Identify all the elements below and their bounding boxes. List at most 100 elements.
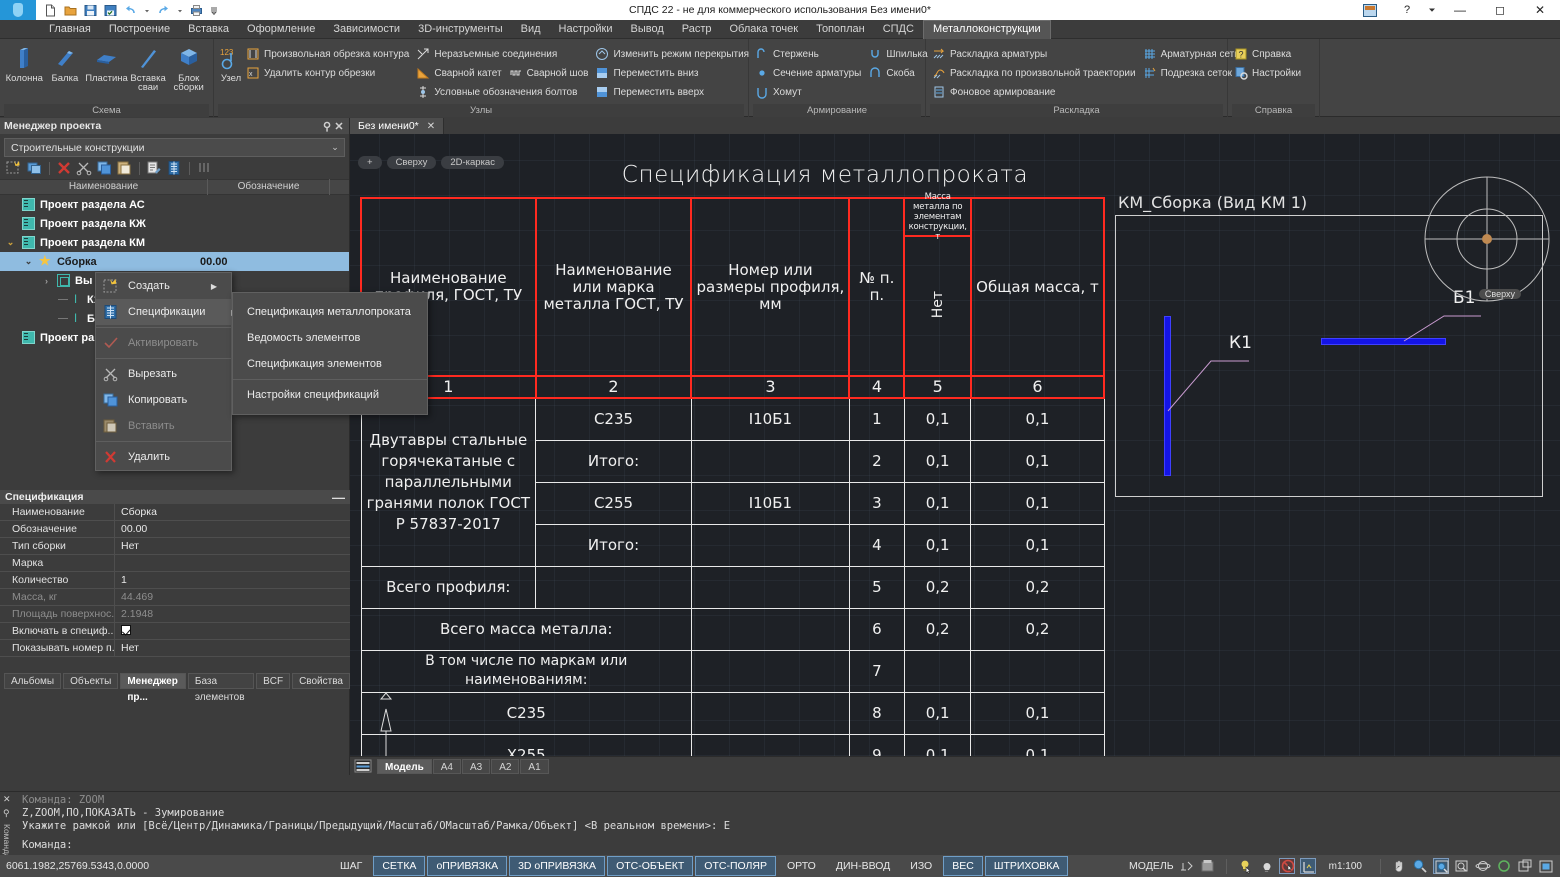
tab-properties[interactable]: Свойства	[292, 673, 350, 689]
ribbon-tab-nastroyki[interactable]: Настройки	[550, 20, 622, 39]
settings-button[interactable]: Настройки	[1232, 64, 1306, 82]
minimize-icon[interactable]: —	[332, 493, 345, 502]
lightbulb-icon[interactable]	[1258, 858, 1274, 874]
status-bar[interactable]: 6061.1982,25769.5343,0.0000 ШАГ СЕТКА оП…	[0, 855, 1560, 877]
ribbon-tab-glavnaya[interactable]: Главная	[40, 20, 100, 39]
status-bar-right[interactable]: МОДЕЛЬ m1:100	[1129, 858, 1560, 874]
viewport-style-badge[interactable]: 2D-каркас	[441, 156, 504, 169]
tab-objects[interactable]: Объекты	[63, 673, 118, 689]
tree-item-project-kzh[interactable]: Проект раздела КЖ	[0, 214, 349, 233]
command-history[interactable]: Команда: ZOOM Z,ZOOM,ПО,ПОКАЗАТЬ - Зумир…	[16, 792, 1560, 855]
property-row[interactable]: Наименование Сборка	[0, 504, 350, 521]
pin-icon[interactable]: ⚲	[321, 120, 333, 133]
edit-list-icon[interactable]	[146, 160, 163, 176]
context-submenu-specifications[interactable]: Спецификация металлопроката Ведомость эл…	[232, 292, 428, 415]
contour-trim-button[interactable]: Произвольная обрезка контура	[244, 45, 414, 63]
print-icon[interactable]	[190, 4, 203, 17]
annotation-scale-icon[interactable]	[1179, 858, 1195, 874]
viewport-menu-badge[interactable]: +	[358, 156, 382, 169]
layout-tab-a3[interactable]: A3	[462, 759, 490, 774]
ribbon-tab-vid[interactable]: Вид	[512, 20, 550, 39]
ucs-icon[interactable]	[1300, 858, 1316, 874]
chevron-down-icon[interactable]: ⌄	[4, 237, 17, 248]
drawing-area[interactable]: Без имени0* ✕ + Сверху 2D-каркас Специфи…	[350, 118, 1560, 775]
tab-project-manager[interactable]: Менеджер пр...	[120, 673, 186, 689]
undo-icon[interactable]	[124, 4, 137, 17]
property-row[interactable]: Показывать номер п... Нет	[0, 640, 350, 657]
km-assembly-viewport[interactable]: КМ_Сборка (Вид КМ 1) К1 Б1	[1115, 197, 1545, 517]
ribbon-tab-postroenie[interactable]: Построение	[100, 20, 179, 39]
property-value[interactable]	[115, 625, 350, 637]
rebar-section-button[interactable]: Сечение арматуры	[753, 64, 866, 82]
cut-icon[interactable]	[76, 160, 93, 176]
save-as-icon[interactable]	[104, 4, 117, 17]
help-button[interactable]: ?	[1390, 0, 1424, 20]
submenu-item-spec-metalloprokata[interactable]: Спецификация металлопроката	[233, 299, 427, 325]
open-icon[interactable]	[64, 4, 77, 17]
plate-button[interactable]: Пластина	[85, 43, 128, 84]
layout-tab-a2[interactable]: A2	[491, 759, 519, 774]
status-button-otrack-polar[interactable]: ОТС-ПОЛЯР	[695, 856, 776, 876]
layout-tab-a1[interactable]: A1	[520, 759, 548, 774]
table-row[interactable]: Всего масса металла: 6 0,2 0,2	[361, 608, 1104, 650]
include-in-spec-checkbox[interactable]	[121, 625, 131, 635]
context-menu[interactable]: Создать ▶ Спецификации ▶ Активировать Вы…	[95, 272, 232, 471]
model-space-label[interactable]: МОДЕЛЬ	[1129, 860, 1174, 872]
undo-dropdown-icon[interactable]	[144, 4, 150, 17]
pile-insert-button[interactable]: Вставка сваи	[128, 43, 169, 92]
property-row[interactable]: Обозначение 00.00	[0, 521, 350, 538]
chevron-down-icon[interactable]: ⌄	[326, 142, 344, 153]
copy-icon[interactable]	[96, 160, 113, 176]
node-button[interactable]: 123 Узел	[218, 43, 244, 84]
status-button-grid[interactable]: СЕТКА	[373, 856, 425, 876]
close-icon[interactable]: ✕	[3, 794, 11, 805]
close-button[interactable]: ✕	[1520, 0, 1560, 20]
tree-item-sborka[interactable]: ⌄ ★ Сборка 00.00	[0, 252, 349, 271]
table-row[interactable]: В том числе по маркам или наименованиям:…	[361, 650, 1104, 692]
workspace-icon[interactable]	[1517, 858, 1533, 874]
view-cube-icon[interactable]	[1421, 173, 1553, 305]
no-entry-icon[interactable]	[1279, 858, 1295, 874]
table-row[interactable]: С235 8 0,1 0,1	[361, 692, 1104, 734]
rebar-button[interactable]: Стержень	[753, 45, 866, 63]
spec-icon[interactable]	[166, 160, 183, 176]
contour-delete-button[interactable]: x Удалить контур обрезки	[244, 64, 414, 82]
ribbon-tab-topoplan[interactable]: Топоплан	[807, 20, 874, 39]
ribbon-tab-3d-tools[interactable]: 3D-инструменты	[409, 20, 512, 39]
submenu-item-nastroyki-specifikaciy[interactable]: Настройки спецификаций	[233, 382, 427, 408]
pan-icon[interactable]	[1391, 858, 1407, 874]
status-button-osnap[interactable]: оПРИВЯЗКА	[427, 856, 507, 876]
submenu-item-spec-elementov[interactable]: Спецификация элементов	[233, 351, 427, 377]
ribbon-tab-bar[interactable]: Главная Построение Вставка Оформление За…	[0, 20, 1560, 39]
close-icon[interactable]: ✕	[427, 121, 435, 132]
new-object-icon[interactable]	[6, 160, 23, 176]
document-tab-bez-imeni0[interactable]: Без имени0* ✕	[350, 118, 444, 134]
workspace-switch-icon[interactable]	[1350, 0, 1390, 20]
project-manager-toolbar[interactable]	[0, 157, 349, 179]
clamp-button[interactable]: Скоба	[866, 64, 932, 82]
status-button-ortho[interactable]: ОРТО	[778, 856, 825, 876]
layout-tab-a4[interactable]: A4	[433, 759, 461, 774]
assembly-block-button[interactable]: Блок сборки	[168, 43, 209, 92]
status-button-hatch[interactable]: ШТРИХОВКА	[985, 856, 1069, 876]
overlap-mode-button[interactable]: Изменить режим перекрытия	[593, 45, 754, 63]
tab-element-base[interactable]: База элементов	[188, 673, 254, 689]
help-ribbon-button[interactable]: ? Справка	[1232, 45, 1306, 63]
context-item-create[interactable]: Создать ▶	[96, 273, 231, 299]
bolt-symbols-button[interactable]: Условные обозначения болтов	[414, 83, 593, 101]
layout-list-icon[interactable]	[354, 759, 372, 773]
property-value[interactable]: Сборка	[115, 506, 350, 518]
status-button-otrack-object[interactable]: ОТС-ОБЪЕКТ	[607, 856, 693, 876]
left-panel-tabs[interactable]: Альбомы Объекты Менеджер пр... База элем…	[0, 673, 350, 689]
zoom-window-icon[interactable]	[1433, 858, 1449, 874]
ribbon-tab-rastr[interactable]: Растр	[673, 20, 721, 39]
help-dropdown-icon[interactable]	[1424, 0, 1440, 20]
weld-leg-button[interactable]: Сварной катет	[414, 64, 506, 82]
specification-table[interactable]: Наименование профиля, ГОСТ, ТУ Наименова…	[360, 197, 1105, 775]
status-button-dyninput[interactable]: ДИН-ВВОД	[827, 856, 899, 876]
zoom-icon[interactable]	[1412, 858, 1428, 874]
property-value[interactable]: Нет	[115, 540, 350, 552]
qat-more-icon[interactable]	[210, 4, 218, 17]
chevron-right-icon[interactable]: ›	[40, 276, 53, 286]
ribbon-tab-metallokonstrukcii[interactable]: Металлоконструкции	[923, 20, 1051, 39]
